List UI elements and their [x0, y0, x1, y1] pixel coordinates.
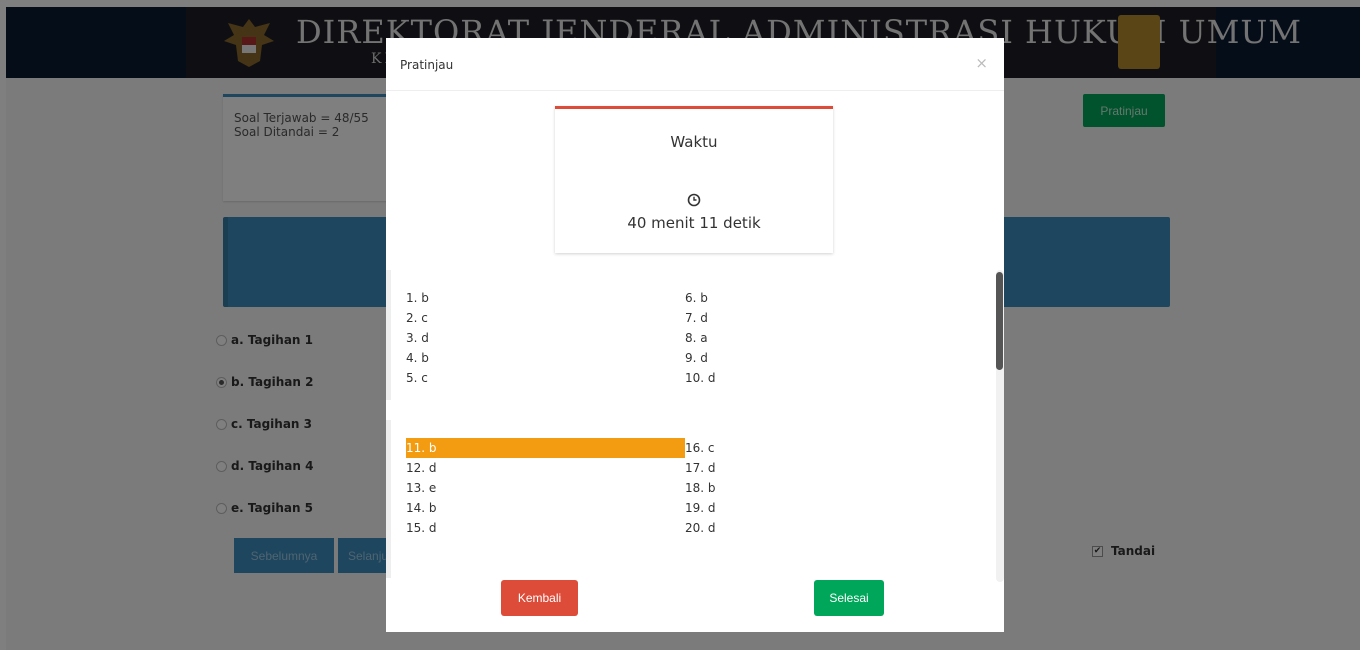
finish-button[interactable]: Selesai — [814, 580, 884, 616]
answer-item[interactable]: 1. b — [406, 288, 429, 308]
answer-item[interactable]: 19. d — [685, 498, 716, 518]
answer-item[interactable]: 13. e — [406, 478, 436, 498]
answer-item[interactable]: 9. d — [685, 348, 708, 368]
clock-icon — [687, 193, 701, 207]
close-icon[interactable]: × — [975, 54, 988, 72]
modal-title: Pratinjau — [400, 58, 454, 72]
scrollbar-thumb[interactable] — [996, 272, 1003, 370]
timer-value: 40 menit 11 detik — [627, 214, 761, 232]
answer-item[interactable]: 7. d — [685, 308, 708, 328]
answer-item[interactable]: 11. b — [406, 438, 685, 458]
timer-label: Waktu — [670, 133, 718, 151]
group-divider — [386, 270, 391, 400]
answer-item[interactable]: 12. d — [406, 458, 437, 478]
answer-item[interactable]: 20. d — [685, 518, 716, 538]
modal-header: Pratinjau × — [386, 38, 1004, 91]
answer-item[interactable]: 14. b — [406, 498, 437, 518]
answer-item[interactable]: 2. c — [406, 308, 428, 328]
answer-item[interactable]: 18. b — [685, 478, 716, 498]
preview-modal: Pratinjau × Waktu 40 menit 11 detik 1. b… — [386, 38, 1004, 632]
answer-item[interactable]: 5. c — [406, 368, 428, 388]
answers-list: 1. b 2. c 3. d 4. b 5. c 6. b 7. d 8. a 9. d 10. … — [386, 270, 1004, 582]
timer-box: Waktu 40 menit 11 detik — [555, 106, 833, 253]
answer-item[interactable]: 4. b — [406, 348, 429, 368]
answer-item[interactable]: 8. a — [685, 328, 708, 348]
answer-item[interactable]: 6. b — [685, 288, 708, 308]
answer-item[interactable]: 3. d — [406, 328, 429, 348]
back-button[interactable]: Kembali — [501, 580, 578, 616]
answer-item[interactable]: 15. d — [406, 518, 437, 538]
answer-item[interactable]: 16. c — [685, 438, 715, 458]
group-divider — [386, 420, 391, 578]
answer-item[interactable]: 17. d — [685, 458, 716, 478]
answer-item[interactable]: 10. d — [685, 368, 716, 388]
